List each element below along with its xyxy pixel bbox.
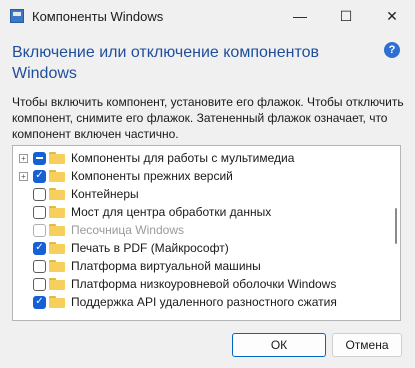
folder-icon <box>49 152 65 164</box>
folder-icon <box>49 206 65 218</box>
folder-icon <box>49 278 65 290</box>
window-controls: — ☐ ✕ <box>277 0 415 32</box>
folder-icon <box>49 260 65 272</box>
feature-label: Компоненты прежних версий <box>71 169 233 183</box>
folder-icon <box>49 296 65 308</box>
minimize-button[interactable]: — <box>277 0 323 32</box>
feature-row[interactable]: + Компоненты для работы с мультимедиа <box>13 149 383 167</box>
feature-checkbox[interactable]: ✓ <box>33 169 46 183</box>
feature-checkbox[interactable]: ✓ <box>33 241 46 255</box>
expand-icon[interactable]: + <box>19 153 28 163</box>
app-window-icon <box>10 9 24 23</box>
feature-label: Поддержка API удаленного разностного сжа… <box>71 295 337 309</box>
feature-row[interactable]: Мост для центра обработки данных <box>13 203 383 221</box>
help-icon[interactable]: ? <box>384 42 400 58</box>
feature-checkbox[interactable] <box>33 151 46 165</box>
folder-icon <box>49 188 65 200</box>
cancel-button[interactable]: Отмена <box>332 333 402 357</box>
feature-label: Контейнеры <box>71 187 139 201</box>
feature-row[interactable]: Платформа виртуальной машины <box>13 257 383 275</box>
feature-label: Платформа низкоуровневой оболочки Window… <box>71 277 337 291</box>
tree-scrollbar[interactable] <box>395 208 397 244</box>
maximize-button[interactable]: ☐ <box>323 0 369 32</box>
feature-label: Компоненты для работы с мультимедиа <box>71 151 295 165</box>
feature-label: Платформа виртуальной машины <box>71 259 261 273</box>
feature-checkbox[interactable] <box>33 223 46 237</box>
folder-icon <box>49 170 65 182</box>
feature-checkbox[interactable] <box>33 277 46 291</box>
feature-label: Песочница Windows <box>71 223 184 237</box>
feature-checkbox[interactable] <box>33 205 46 219</box>
feature-row[interactable]: Песочница Windows <box>13 221 383 239</box>
feature-row[interactable]: Контейнеры <box>13 185 383 203</box>
ok-button[interactable]: ОК <box>232 333 326 357</box>
feature-label: Мост для центра обработки данных <box>71 205 272 219</box>
window-title: Компоненты Windows <box>32 8 164 24</box>
close-button[interactable]: ✕ <box>369 0 415 32</box>
feature-row[interactable]: ✓ Поддержка API удаленного разностного сж… <box>13 293 383 311</box>
title-bar: Компоненты Windows — ☐ ✕ <box>0 0 415 32</box>
feature-row[interactable]: + ✓ Компоненты прежних версий <box>13 167 383 185</box>
folder-icon <box>49 242 65 254</box>
feature-checkbox[interactable] <box>33 259 46 273</box>
folder-icon <box>49 224 65 236</box>
dialog-description: Чтобы включить компонент, установите его… <box>12 95 404 141</box>
feature-row[interactable]: Платформа низкоуровневой оболочки Window… <box>13 275 383 293</box>
feature-checkbox[interactable]: ✓ <box>33 295 46 309</box>
expand-icon[interactable]: + <box>19 171 28 181</box>
features-tree[interactable]: + Компоненты для работы с мультимедиа + ✓ Ко… <box>12 145 401 321</box>
feature-checkbox[interactable] <box>33 187 46 201</box>
feature-label: Печать в PDF (Майкрософт) <box>71 241 229 255</box>
dialog-heading: Включение или отключение компонентов Win… <box>12 44 319 82</box>
feature-row[interactable]: ✓ Печать в PDF (Майкрософт) <box>13 239 383 257</box>
